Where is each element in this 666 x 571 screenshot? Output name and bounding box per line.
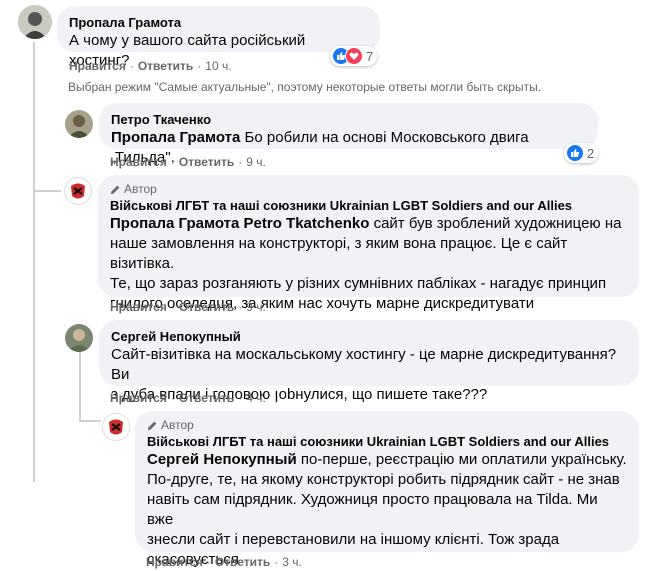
heart-icon	[345, 47, 363, 65]
comment-line: Те, що зараз розганяють у різних сумнівн…	[110, 275, 607, 292]
thumbs-up-icon	[566, 144, 584, 162]
comment-actions: Нравится · Ответить · 9 ч.	[110, 300, 266, 314]
reply-link[interactable]: Ответить	[138, 59, 193, 73]
comment-author[interactable]: Пропала Грамота	[69, 14, 368, 31]
reactions-summary[interactable]: 7	[330, 46, 378, 66]
reply-link[interactable]: Ответить	[179, 300, 234, 314]
comment-line: навіть сам підрядник. Художниця просто п…	[147, 491, 598, 528]
comment-line: Сайт-візитівка на москальському хостингу…	[111, 346, 617, 383]
comment-actions: Нравится · Ответить · 10 ч.	[69, 59, 232, 73]
comment-bubble: Автор Військові ЛГБТ та наші союзники Uk…	[135, 411, 639, 568]
comment-author[interactable]: Військові ЛГБТ та наші союзники Ukrainia…	[110, 197, 627, 214]
mention[interactable]: Пропала Грамота	[111, 129, 240, 146]
comment-bubble: Петро Ткаченко Пропала Грамота Бо робили…	[99, 103, 598, 166]
comment-bubble: Сергей Непокупный Сайт-візитівка на моск…	[99, 320, 639, 403]
like-link[interactable]: Нравится	[110, 391, 167, 405]
reactions-summary[interactable]: 2	[564, 143, 599, 163]
mention[interactable]: Пропала Грамота Petro Tkatchenko	[110, 215, 369, 232]
thread-line	[79, 420, 101, 422]
comment-line: По-друге, те, на якому конструкторі роби…	[147, 471, 620, 488]
comment-actions: Нравится · Ответить · 4 ч.	[110, 391, 266, 405]
avatar[interactable]	[65, 110, 93, 138]
comment-author[interactable]: Військові ЛГБТ та наші союзники Ukrainia…	[147, 433, 627, 450]
comment-line: по-перше, реєстрацію ми оплатили українс…	[300, 451, 627, 468]
timestamp[interactable]: 9 ч.	[246, 155, 266, 169]
timestamp[interactable]: 10 ч.	[205, 59, 231, 73]
pencil-icon	[110, 185, 120, 194]
comment-bubble: Автор Військові ЛГБТ та наші союзники Uk…	[98, 175, 639, 312]
author-badge-label: Автор	[124, 182, 157, 196]
timestamp[interactable]: 4 ч.	[246, 391, 266, 405]
mention[interactable]: Сергей Непокупный	[147, 451, 297, 468]
comment-line: сайт був зроблений художницею на	[373, 215, 622, 232]
author-badge: Автор	[110, 181, 627, 197]
like-link[interactable]: Нравится	[69, 59, 126, 73]
sort-notice: Выбран режим "Самые актуальные", поэтому…	[68, 80, 542, 94]
avatar[interactable]	[65, 324, 93, 352]
like-link[interactable]: Нравится	[146, 555, 203, 569]
thread-line	[79, 350, 81, 420]
comment-text: Сергей Непокупный по-перше, реєстрацію м…	[147, 450, 627, 570]
author-badge-label: Автор	[161, 418, 194, 432]
page-avatar[interactable]	[64, 177, 92, 205]
pencil-icon	[147, 421, 157, 430]
comment-author[interactable]: Сергей Непокупный	[111, 328, 627, 345]
comment-actions: Нравится · Ответить · 9 ч.	[110, 155, 266, 169]
comment-line: знесли сайт і перевстановили на іншому к…	[147, 531, 560, 548]
reply-link[interactable]: Ответить	[179, 155, 234, 169]
author-badge: Автор	[147, 417, 627, 433]
reactions-count: 2	[587, 145, 595, 161]
thread-line	[33, 190, 61, 192]
comment-text: Пропала Грамота Petro Tkatchenko сайт бу…	[110, 214, 627, 314]
comment-bubble: Пропала Грамота А чому у вашого сайта ро…	[57, 6, 380, 69]
timestamp[interactable]: 3 ч.	[282, 555, 302, 569]
reply-link[interactable]: Ответить	[215, 555, 270, 569]
reply-link[interactable]: Ответить	[179, 391, 234, 405]
reactions-count: 7	[366, 48, 374, 64]
timestamp[interactable]: 9 ч.	[246, 300, 266, 314]
comment-line: наше замовлення на конструкторі, з яким …	[110, 235, 568, 272]
comment-actions: Нравится · Ответить · 3 ч.	[146, 555, 302, 569]
like-link[interactable]: Нравится	[110, 300, 167, 314]
page-avatar[interactable]	[102, 413, 130, 441]
like-link[interactable]: Нравится	[110, 155, 167, 169]
comment-author[interactable]: Петро Ткаченко	[111, 111, 586, 128]
thread-line	[33, 42, 35, 482]
avatar[interactable]	[18, 5, 52, 39]
